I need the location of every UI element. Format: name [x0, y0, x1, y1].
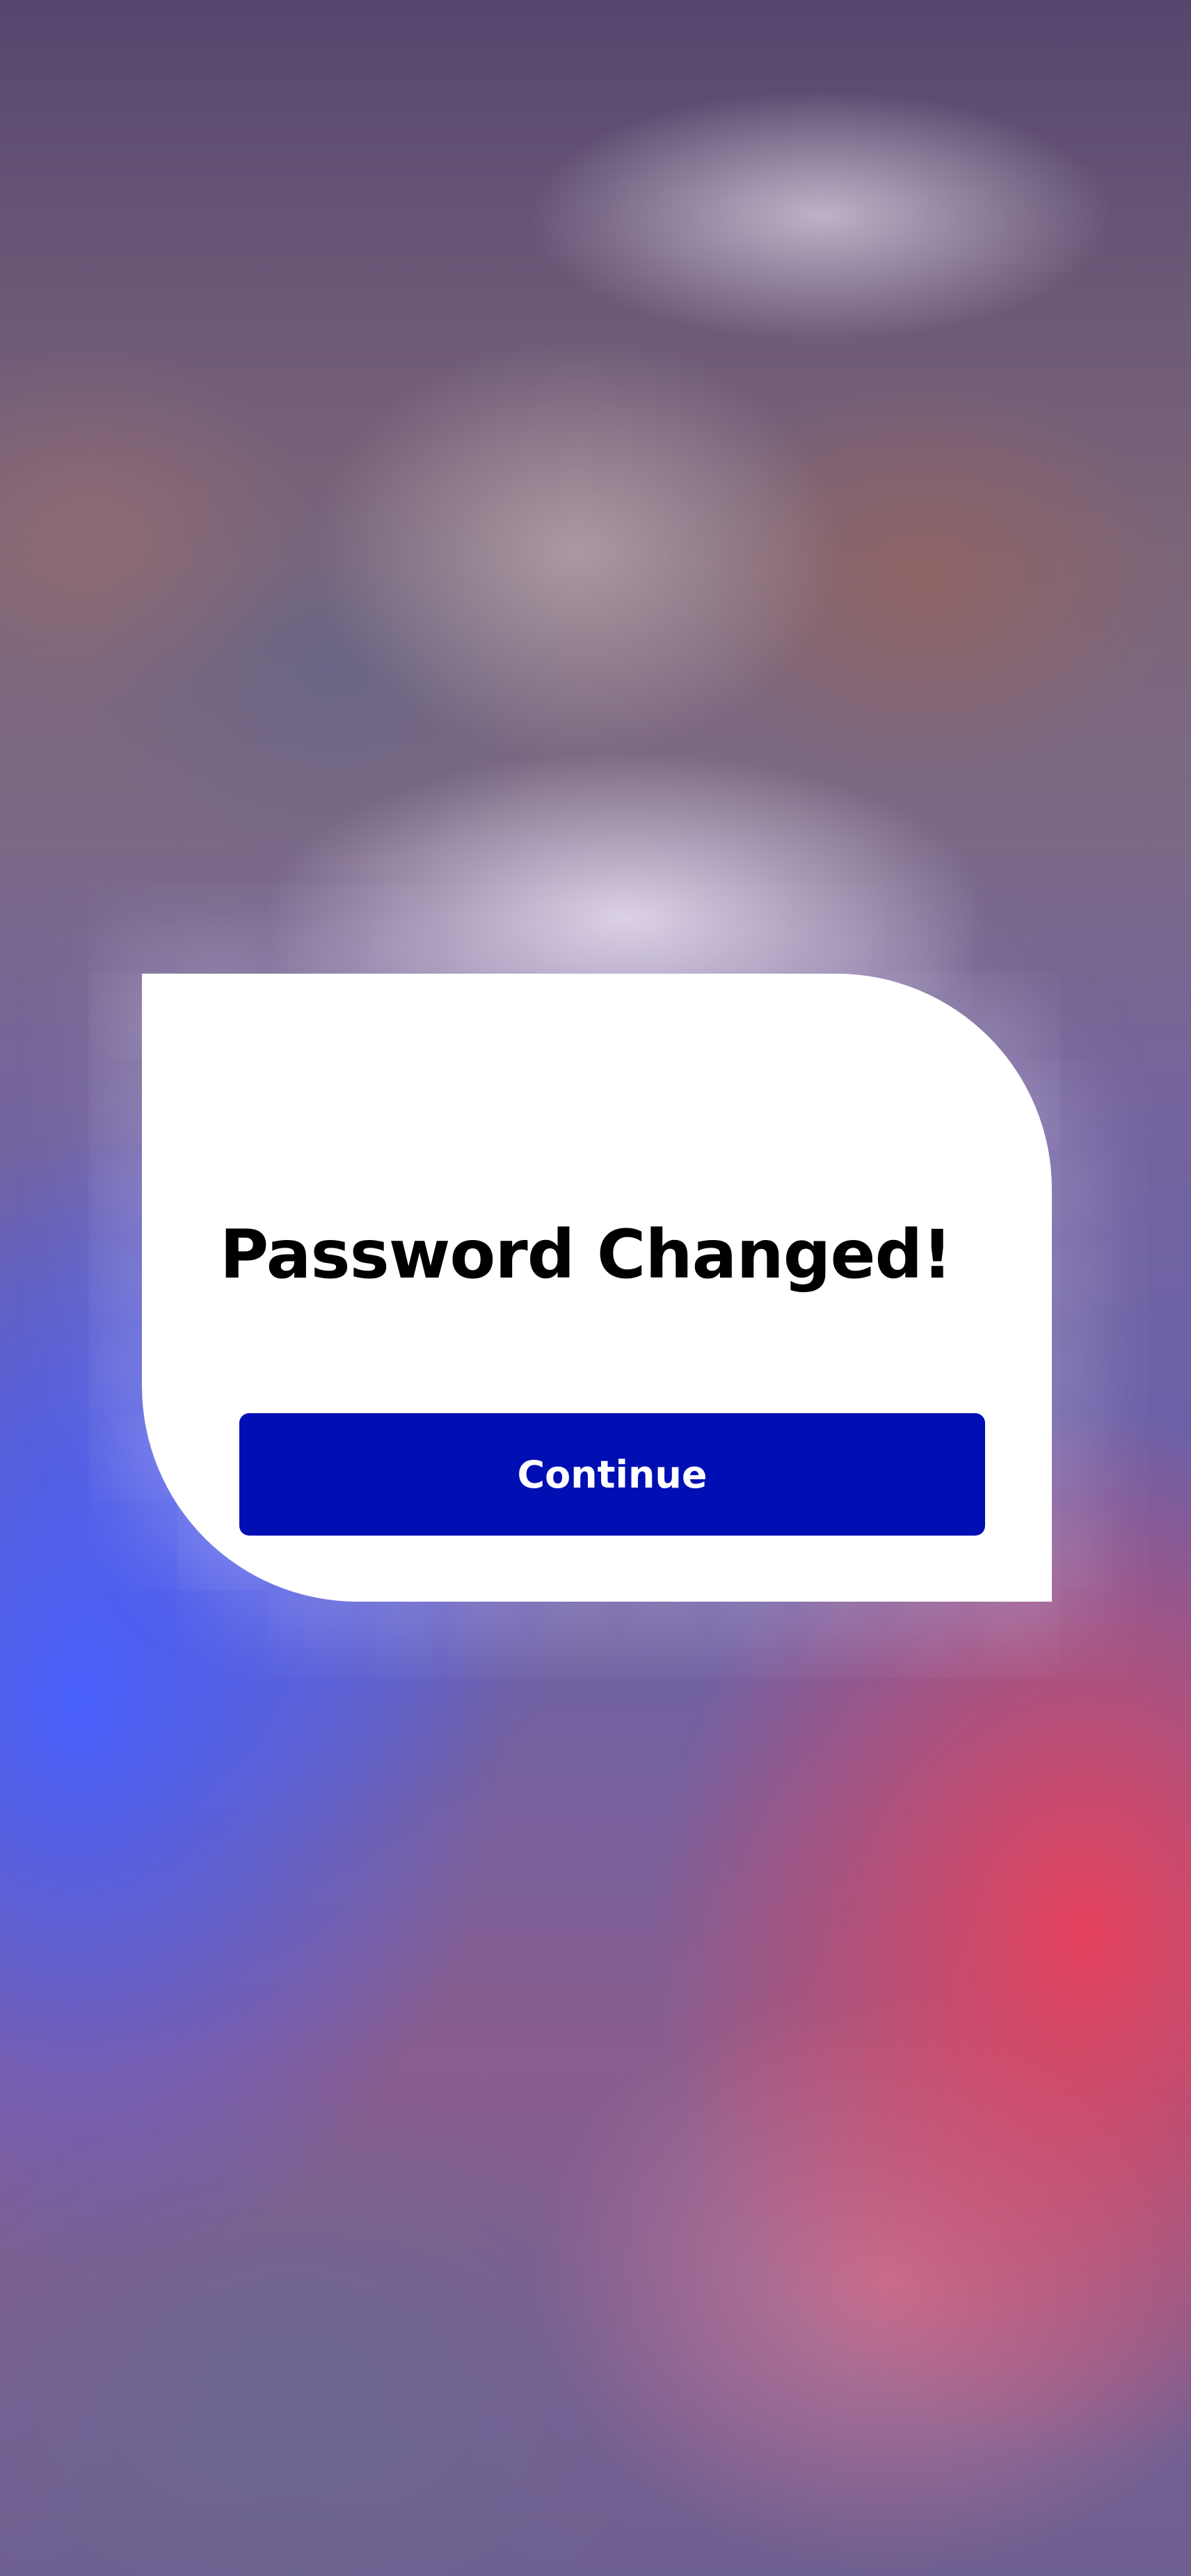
continue-button[interactable]: Continue	[239, 1413, 985, 1536]
dialog-title: Password Changed!	[219, 1216, 952, 1294]
password-changed-dialog: Password Changed! Continue	[142, 974, 1052, 1602]
